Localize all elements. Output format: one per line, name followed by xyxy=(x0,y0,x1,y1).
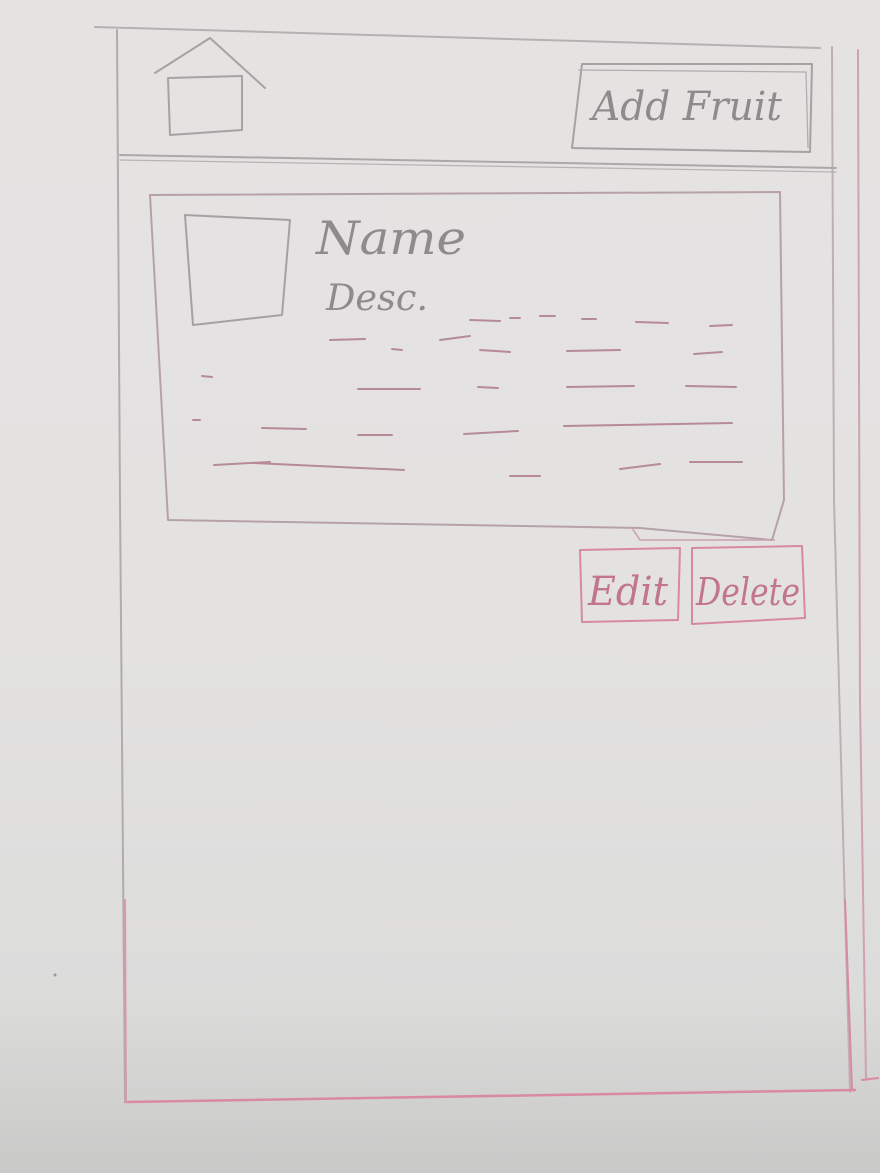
wireframe-sketch: Add Fruit Name Desc. Edit Delete xyxy=(53,26,879,1104)
fruit-description-label: Desc. xyxy=(325,278,428,319)
fruit-card: Name Desc. xyxy=(149,191,785,541)
add-fruit-button[interactable]: Add Fruit xyxy=(571,63,813,153)
edit-button-label: Edit xyxy=(587,569,669,615)
delete-button[interactable]: Delete xyxy=(691,545,806,625)
fruit-name: Name xyxy=(315,211,466,265)
description-text-lines xyxy=(192,315,743,477)
image-placeholder-icon xyxy=(184,214,291,326)
phone-frame xyxy=(94,26,879,1104)
edit-button[interactable]: Edit xyxy=(579,547,681,623)
header-bar xyxy=(119,154,837,173)
delete-button-label: Delete xyxy=(695,570,800,614)
add-fruit-button-label: Add Fruit xyxy=(588,84,783,130)
home-icon[interactable] xyxy=(154,37,266,136)
stray-mark xyxy=(53,973,57,977)
